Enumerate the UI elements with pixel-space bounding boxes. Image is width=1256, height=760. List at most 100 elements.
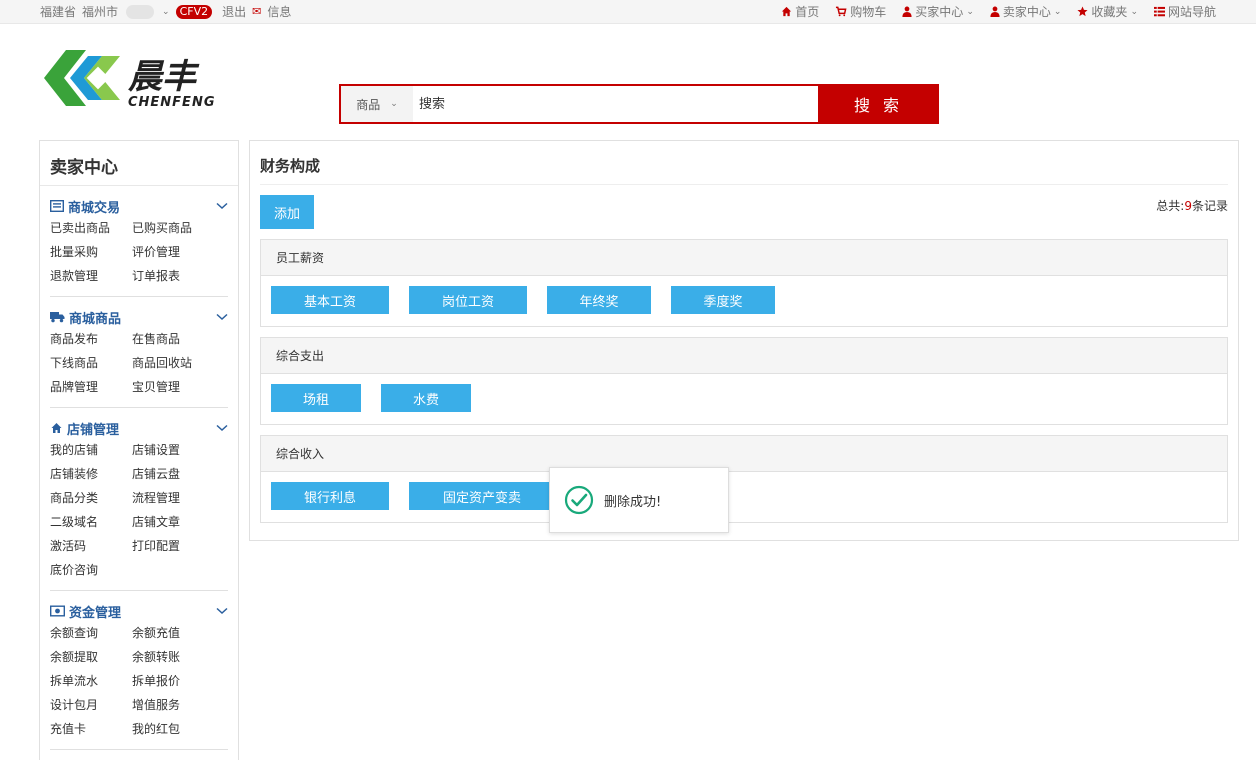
chevron-down-icon[interactable]: ⌄ [162, 7, 170, 17]
province-label[interactable]: 福建省 [40, 3, 76, 20]
topnav-item-4[interactable]: 收藏夹 ⌄ [1077, 3, 1138, 20]
sidebar-link[interactable]: 我的店铺 [50, 440, 132, 460]
seller-sidebar: 卖家中心 商城交易 已卖出商品 已购买商品 批量采购 评价管理 退款管理 订单报表 商城商品商… [39, 140, 239, 760]
logo-subtext: CHENFENG [128, 95, 216, 110]
chevron-down-icon: ⌄ [1130, 6, 1138, 17]
category-item-button[interactable]: 年终奖 [547, 286, 651, 314]
record-count: 总共:9条记录 [1156, 197, 1228, 214]
category-item-button[interactable]: 场租 [271, 384, 361, 412]
topnav-label: 网站导航 [1167, 5, 1216, 19]
sidebar-link[interactable]: 退款管理 [50, 266, 132, 286]
search-button[interactable]: 搜 索 [818, 84, 939, 124]
sidebar-link[interactable]: 商品回收站 [132, 353, 214, 373]
user-icon [990, 6, 1000, 17]
search-category-label: 商品 [356, 97, 381, 112]
sidebar-link[interactable]: 余额充值 [132, 623, 214, 643]
sidebar-link[interactable]: 商品分类 [50, 488, 132, 508]
topnav-label: 收藏夹 [1091, 5, 1128, 19]
sidebar-group: 资金管理余额查询 余额充值 余额提取 余额转账 拆单流水 拆单报价 设计包月 增值服务 充值卡我… [50, 591, 228, 750]
sidebar-group-header[interactable]: 商城商品 [50, 307, 228, 327]
chevron-down-icon: ⌄ [390, 99, 398, 109]
sidebar-link[interactable]: 余额转账 [132, 647, 214, 667]
sidebar-link[interactable]: 订单报表 [132, 266, 214, 286]
sidebar-link[interactable]: 评价管理 [132, 242, 214, 262]
check-circle-icon [564, 485, 594, 515]
sidebar-link[interactable]: 余额查询 [50, 623, 132, 643]
sidebar-link[interactable]: 店铺文章 [132, 512, 214, 532]
toast-notification: 删除成功! [549, 467, 729, 533]
sidebar-link[interactable]: 拆单报价 [132, 671, 214, 691]
category-item-button[interactable]: 银行利息 [271, 482, 389, 510]
logout-link[interactable]: 退出 [222, 3, 246, 20]
category-item-button[interactable]: 固定资产变卖 [409, 482, 555, 510]
category-item-button[interactable]: 岗位工资 [409, 286, 527, 314]
sidebar-link[interactable]: 下线商品 [50, 353, 132, 373]
topnav-label: 首页 [795, 5, 820, 19]
sidebar-link[interactable]: 打印配置 [132, 536, 214, 556]
sidebar-link[interactable]: 宝贝管理 [132, 377, 214, 397]
search-box: 商品 ⌄ [339, 84, 818, 124]
topnav-item-2[interactable]: 买家中心 ⌄ [902, 3, 974, 20]
topnav-label: 卖家中心 [1002, 5, 1051, 19]
home-icon [781, 6, 792, 17]
message-link[interactable]: 信息 [267, 3, 291, 20]
topnav-item-0[interactable]: 首页 [781, 3, 819, 20]
sidebar-link[interactable]: 品牌管理 [50, 377, 132, 397]
sidebar-link[interactable]: 店铺设置 [132, 440, 214, 460]
sidebar-group: 商城交易已卖出商品 已购买商品 批量采购 评价管理 退款管理 订单报表 [50, 186, 228, 297]
topnav-item-1[interactable]: 购物车 [835, 3, 886, 20]
city-label[interactable]: 福州市 [82, 3, 118, 20]
sidebar-link[interactable]: 流程管理 [132, 488, 214, 508]
chevron-down-icon: ⌄ [966, 6, 974, 17]
sidebar-link[interactable]: 在售商品 [132, 329, 214, 349]
category-item-button[interactable]: 水费 [381, 384, 471, 412]
sidebar-link[interactable]: 激活码 [50, 536, 132, 556]
sidebar-link[interactable]: 商品发布 [50, 329, 132, 349]
sidebar-link[interactable]: 店铺装修 [50, 464, 132, 484]
sidebar-group-header[interactable]: 商城交易 [50, 196, 228, 216]
category-item-button[interactable]: 季度奖 [671, 286, 775, 314]
sidebar-group-title: 商城商品 [69, 311, 122, 327]
user-icon [902, 6, 912, 17]
panel-title: 综合支出 [261, 338, 1227, 374]
chevron-down-icon[interactable] [216, 424, 228, 432]
sidebar-link[interactable]: 我的红包 [132, 719, 214, 739]
mail-icon[interactable]: ✉ [252, 5, 261, 18]
sidebar-group-title: 资金管理 [69, 605, 122, 621]
sidebar-group: 店铺管理 我的店铺 店铺设置 店铺装修 店铺云盘 商品分类 流程管理 二级域名 店铺文章 激活码打… [50, 408, 228, 591]
avatar[interactable] [126, 4, 155, 19]
add-button[interactable]: 添加 [260, 195, 314, 229]
chevron-down-icon[interactable] [216, 607, 228, 615]
sidebar-group: 商城商品商品发布 在售商品 下线商品 商品回收站 品牌管理 宝贝管理 [50, 297, 228, 408]
site-logo[interactable]: 晨丰 CHENFENG [40, 40, 232, 114]
sidebar-group-header[interactable]: 店铺管理 [50, 418, 228, 438]
list-icon [50, 200, 64, 212]
sidebar-group-title: 商城交易 [68, 200, 121, 216]
sidebar-link[interactable]: 店铺云盘 [132, 464, 214, 484]
sidebar-link[interactable]: 拆单流水 [50, 671, 132, 691]
page-title: 财务构成 [260, 141, 1228, 185]
sidebar-link[interactable]: 底价咨询 [50, 560, 132, 580]
toolbar: 添加 总共:9条记录 [260, 185, 1228, 239]
sidebar-link[interactable]: 充值卡 [50, 719, 132, 739]
category-item-button[interactable]: 基本工资 [271, 286, 389, 314]
sidebar-link[interactable]: 已购买商品 [132, 218, 214, 238]
sidebar-link[interactable]: 增值服务 [132, 695, 214, 715]
search-category-select[interactable]: 商品 ⌄ [341, 86, 413, 122]
sidebar-link[interactable]: 已卖出商品 [50, 218, 132, 238]
chevron-down-icon[interactable] [216, 313, 228, 321]
chevron-down-icon: ⌄ [1053, 6, 1062, 17]
panel-title: 员工薪资 [261, 240, 1227, 276]
sidebar-title: 卖家中心 [40, 141, 238, 186]
sidebar-link[interactable]: 二级域名 [50, 512, 132, 532]
topnav-item-3[interactable]: 卖家中心 ⌄ [990, 3, 1062, 20]
topnav-item-5[interactable]: 网站导航 [1153, 3, 1216, 20]
search-input[interactable] [413, 86, 818, 122]
sidebar-group-header[interactable]: 资金管理 [50, 601, 228, 621]
chevron-down-icon[interactable] [216, 202, 228, 210]
sidebar-link[interactable]: 余额提取 [50, 647, 132, 667]
toast-message: 删除成功! [604, 494, 662, 510]
search-bar: 商品 ⌄ 搜 索 [339, 84, 939, 124]
sidebar-link[interactable]: 设计包月 [50, 695, 132, 715]
sidebar-link[interactable]: 批量采购 [50, 242, 132, 262]
